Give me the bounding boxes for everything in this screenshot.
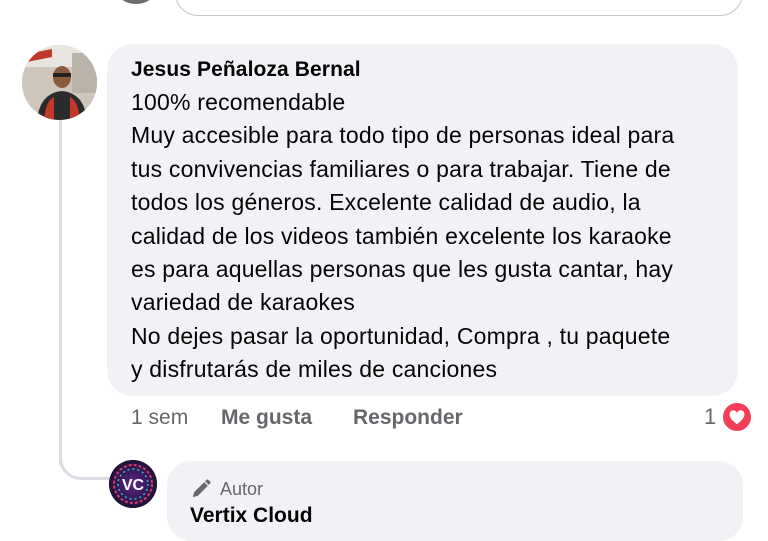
heart-glyph [729, 409, 745, 424]
reply-avatar-initials: VC [122, 477, 145, 494]
previous-avatar[interactable] [116, 0, 156, 4]
pencil-icon [192, 479, 211, 498]
reaction-count[interactable]: 1 [704, 404, 716, 430]
heart-icon[interactable] [721, 401, 753, 433]
comment-input[interactable] [175, 0, 743, 16]
comment-text: 100% recomendable Muy accesible para tod… [131, 89, 675, 383]
reply-button[interactable]: Responder [353, 406, 463, 430]
author-badge-label: Autor [220, 478, 264, 499]
thread-line [59, 120, 62, 465]
avatar-photo [22, 45, 97, 120]
author-badge: Autor [190, 478, 263, 500]
reply-bubble [167, 461, 743, 541]
avatar[interactable] [22, 45, 97, 120]
reply-author[interactable]: Vertix Cloud [190, 504, 313, 528]
thread-connector [59, 440, 111, 480]
vc-logo-icon: VC [109, 460, 157, 508]
like-button[interactable]: Me gusta [221, 406, 312, 430]
comment-author[interactable]: Jesus Peñaloza Bernal [131, 58, 361, 82]
reply-avatar[interactable]: VC [109, 460, 157, 508]
comment-timestamp[interactable]: 1 sem [131, 406, 188, 430]
